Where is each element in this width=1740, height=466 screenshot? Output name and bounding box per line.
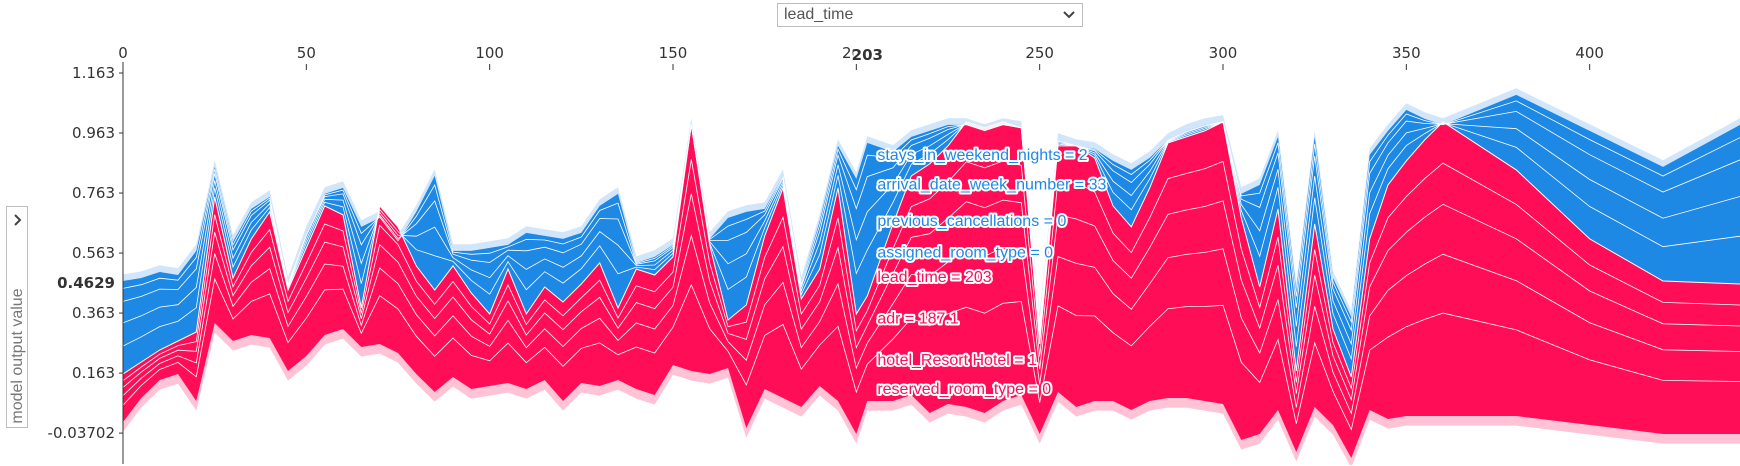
y-tick-label: 0.563 — [72, 244, 115, 262]
x-tick-label: 350 — [1392, 44, 1421, 62]
feature-label: assigned_room_type = 0 — [877, 245, 1053, 262]
feature-label: previous_cancellations = 0 — [877, 213, 1066, 230]
y-tick-label: 1.163 — [72, 64, 115, 82]
x-tick-label: 100 — [475, 44, 504, 62]
y-tick-label: 0.163 — [72, 364, 115, 382]
feature-label: reserved_room_type = 0 — [877, 381, 1051, 398]
feature-label: hotel_Resort Hotel = 1 — [877, 352, 1037, 369]
feature-label: adr = 187.1 — [877, 310, 959, 327]
highlight-x-label: 203 — [852, 46, 883, 64]
feature-label: stays_in_weekend_nights = 2 — [877, 147, 1087, 164]
x-tick-label: 50 — [297, 44, 316, 62]
force-plot-chart: 1.163 0.963 0.763 0.563 0.363 0.163 -0.03702 0 5… — [48, 43, 1740, 465]
y-tick-label: -0.03702 — [48, 424, 115, 442]
x-tick-label: 150 — [659, 44, 688, 62]
feature-label: lead_time = 203 — [877, 269, 991, 286]
y-tick-label: 0.763 — [72, 184, 115, 202]
positive-effect-band — [123, 121, 1740, 459]
x-tick-label: 300 — [1209, 44, 1238, 62]
x-tick-label: 0 — [118, 44, 128, 62]
y-tick-label: 0.363 — [72, 304, 115, 322]
highlight-y-label: 0.4629 — [57, 274, 115, 292]
x-tick-label: 400 — [1575, 44, 1604, 62]
feature-label: arrival_date_week_number = 33 — [877, 176, 1106, 193]
y-tick-label: 0.963 — [72, 124, 115, 142]
x-tick-label: 250 — [1025, 44, 1054, 62]
